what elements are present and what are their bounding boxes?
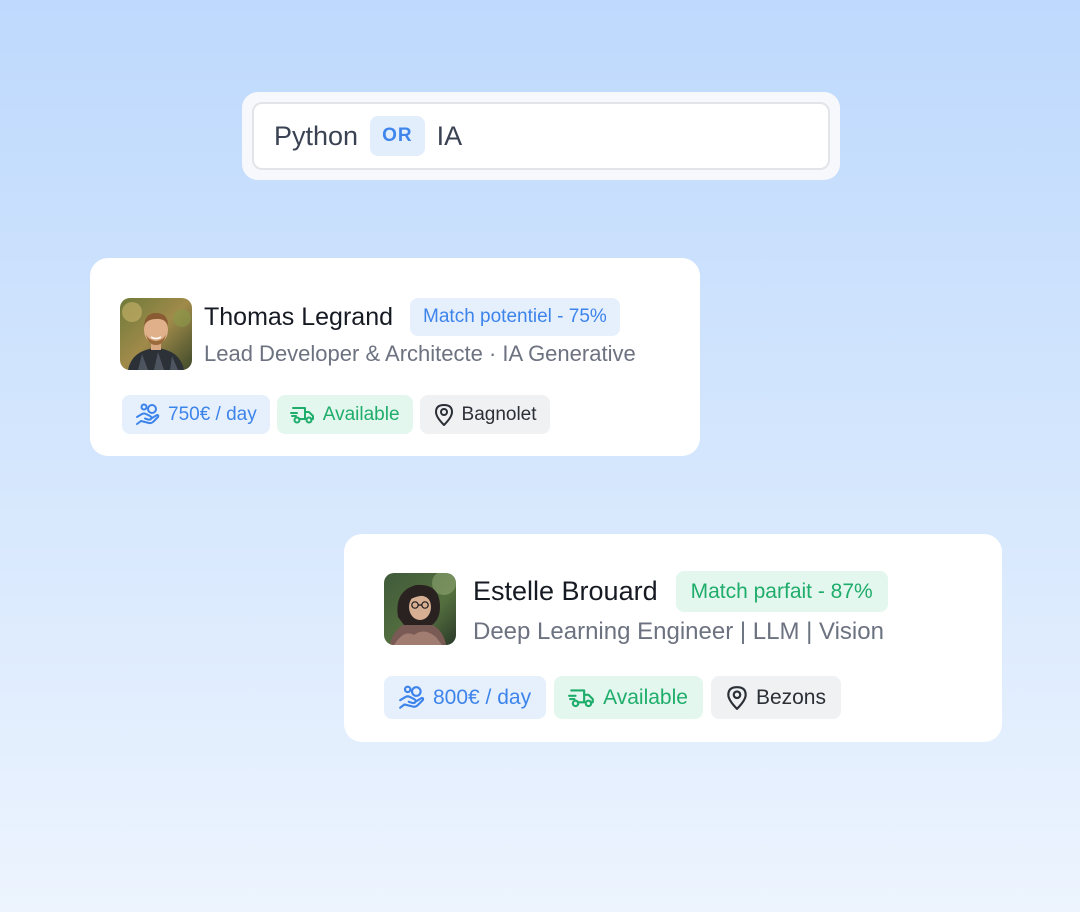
search-container: Python OR IA	[242, 92, 840, 180]
map-pin-icon	[725, 685, 749, 711]
rate-tag: 750€ / day	[122, 395, 270, 434]
hand-coins-icon	[398, 685, 426, 711]
avatar	[120, 298, 192, 370]
name-row: Thomas Legrand Match potentiel - 75%	[204, 298, 620, 336]
rate-text: 750€ / day	[168, 403, 257, 425]
search-term-2: IA	[436, 120, 463, 151]
hand-coins-icon	[135, 403, 161, 427]
map-pin-icon	[433, 403, 455, 427]
availability-tag: Available	[276, 395, 413, 434]
search-input[interactable]: Python OR IA	[252, 102, 830, 170]
tag-list: 800€ / day Available Bezons	[384, 676, 849, 719]
location-text: Bagnolet	[461, 403, 537, 425]
rate-tag: 800€ / day	[384, 676, 547, 719]
name-row: Estelle Brouard Match parfait - 87%	[473, 571, 888, 612]
rate-text: 800€ / day	[433, 685, 532, 709]
location-tag: Bezons	[710, 676, 841, 719]
truck-fast-icon	[568, 686, 596, 710]
candidate-card[interactable]: Thomas Legrand Match potentiel - 75% Lea…	[90, 258, 700, 456]
match-badge: Match parfait - 87%	[675, 571, 888, 612]
candidate-name[interactable]: Thomas Legrand	[204, 303, 393, 332]
match-badge: Match potentiel - 75%	[410, 298, 620, 336]
availability-tag: Available	[554, 676, 703, 719]
boolean-operator-badge[interactable]: OR	[370, 116, 425, 156]
tag-list: 750€ / day Available Bagnolet	[122, 395, 557, 434]
avatar-photo-icon	[384, 573, 456, 645]
candidate-title: Lead Developer & Architecte · IA Generat…	[204, 341, 636, 366]
location-tag: Bagnolet	[419, 395, 550, 434]
avatar-photo-icon	[120, 298, 192, 370]
location-text: Bezons	[755, 685, 826, 709]
candidate-title: Deep Learning Engineer | LLM | Vision	[473, 618, 884, 645]
search-term-1: Python	[274, 120, 359, 151]
truck-fast-icon	[289, 404, 316, 426]
availability-text: Available	[603, 685, 688, 709]
availability-text: Available	[322, 403, 400, 425]
candidate-card[interactable]: Estelle Brouard Match parfait - 87% Deep…	[344, 534, 1002, 742]
avatar	[384, 573, 456, 645]
candidate-name[interactable]: Estelle Brouard	[473, 576, 658, 607]
